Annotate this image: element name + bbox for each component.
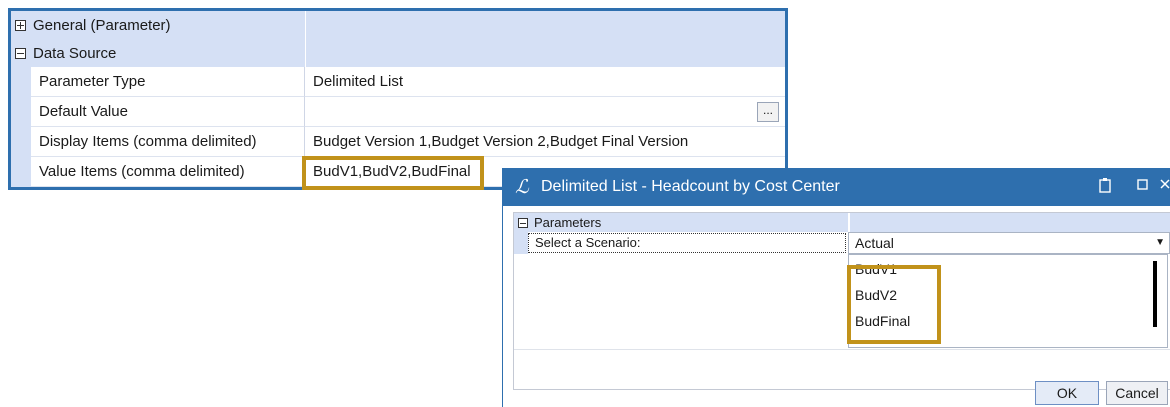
property-row-parameter-type[interactable]: Parameter Type Delimited List [11, 67, 785, 97]
scrollbar[interactable] [1153, 261, 1157, 327]
scenario-select[interactable]: Actual ▼ [848, 232, 1170, 254]
category-parameters[interactable]: Parameters [514, 213, 1170, 232]
scenario-row[interactable]: Select a Scenario: Actual ▼ [514, 232, 1170, 254]
property-name: Display Items (comma delimited) [31, 127, 305, 157]
dialog-title-bar[interactable]: ℒ Delimited List - Headcount by Cost Cen… [503, 168, 1170, 206]
cancel-button[interactable]: Cancel [1106, 381, 1168, 405]
property-value[interactable]: Budget Version 1,Budget Version 2,Budget… [305, 127, 785, 157]
collapse-minus-icon[interactable] [518, 217, 528, 228]
expand-plus-icon[interactable] [15, 19, 26, 31]
category-data-source[interactable]: Data Source [11, 39, 785, 67]
property-name: Value Items (comma delimited) [31, 157, 305, 187]
close-icon[interactable] [1159, 177, 1170, 194]
clipboard-icon[interactable] [1099, 177, 1111, 197]
delimited-list-dialog: ℒ Delimited List - Headcount by Cost Cen… [502, 168, 1170, 407]
dropdown-arrow-icon[interactable]: ▼ [1155, 233, 1165, 253]
collapse-minus-icon[interactable] [15, 47, 26, 59]
highlight-box-options [847, 265, 941, 344]
highlight-box-value-items [302, 156, 484, 190]
property-value[interactable]: ... [305, 97, 785, 127]
ok-button[interactable]: OK [1035, 381, 1099, 405]
property-name: Parameter Type [31, 67, 305, 97]
category-label: General (Parameter) [33, 16, 171, 34]
property-row-display-items[interactable]: Display Items (comma delimited) Budget V… [11, 127, 785, 157]
maximize-icon[interactable] [1137, 177, 1149, 194]
dialog-title: Delimited List - Headcount by Cost Cente… [541, 178, 840, 195]
app-logo-icon: ℒ [515, 176, 529, 198]
property-row-default-value[interactable]: Default Value ... [11, 97, 785, 127]
selected-value: Actual [855, 235, 894, 251]
property-name: Default Value [31, 97, 305, 127]
scenario-label: Select a Scenario: [528, 233, 846, 253]
category-label: Data Source [33, 44, 117, 62]
ellipsis-button[interactable]: ... [757, 102, 779, 122]
parameter-grid: Parameters Select a Scenario: Actual ▼ B… [513, 212, 1170, 390]
category-general[interactable]: General (Parameter) [11, 11, 785, 39]
category-label: Parameters [534, 215, 602, 230]
property-value[interactable]: Delimited List [305, 67, 785, 97]
